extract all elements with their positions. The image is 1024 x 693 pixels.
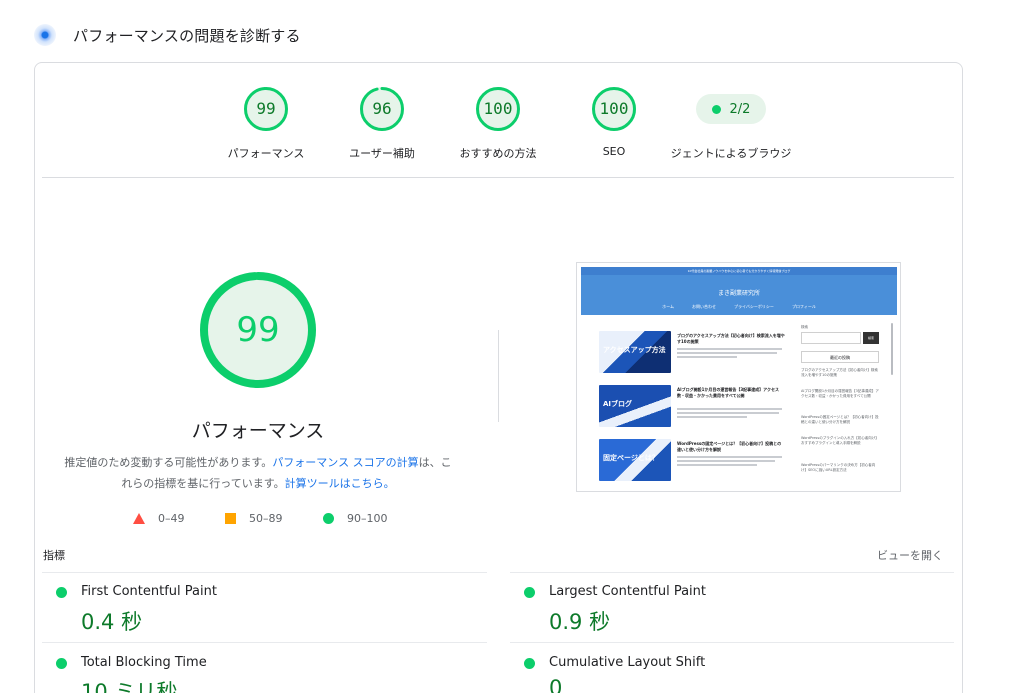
metric-value-lcp: 0.9 秒 bbox=[549, 610, 611, 634]
pass-dot-icon bbox=[711, 104, 721, 114]
main-score: 99 bbox=[236, 310, 280, 350]
thumb-scrollbar bbox=[891, 323, 893, 375]
gauge-agentic-browsing[interactable]: 2/2 bbox=[696, 94, 766, 124]
thumb-post: 固定ページとは？ WordPressの固定ページとは？【初心者向け】投稿との違い… bbox=[599, 439, 789, 487]
metric-divider bbox=[510, 572, 954, 573]
gauge-best-practices[interactable]: 100 bbox=[475, 86, 521, 132]
main-performance-gauge: 99 bbox=[199, 271, 317, 389]
thumb-post: AIブログ AIブログ開設1か月目の運営報告【3記事達成】アクセス数・収益・かか… bbox=[599, 385, 789, 433]
legend-range: 0–49 bbox=[158, 511, 185, 525]
main-gauge-label: パフォーマンス bbox=[191, 420, 325, 442]
thumb-image-text: アクセスアップ方法 bbox=[603, 346, 666, 354]
thumb-text-line bbox=[677, 408, 782, 410]
desc-text: 推定値のため変動する可能性があります。 bbox=[64, 456, 273, 469]
legend-fail: 0–49 bbox=[133, 510, 185, 526]
metric-value-cls: 0 bbox=[549, 676, 563, 693]
thumb-post-image: 固定ページとは？ bbox=[599, 439, 671, 481]
legend-pass: 90–100 bbox=[323, 510, 388, 526]
thumb-text-line bbox=[677, 348, 782, 350]
gauge-score: 100 bbox=[483, 99, 513, 118]
metric-divider bbox=[42, 642, 487, 643]
page-title: パフォーマンスの問題を診断する bbox=[73, 26, 301, 45]
gauge-accessibility[interactable]: 96 bbox=[359, 86, 405, 132]
thumb-text-line bbox=[677, 352, 777, 354]
metric-value-fcp: 0.4 秒 bbox=[81, 610, 143, 634]
thumb-recent-item: WordPressのパーマリンクの決め方【初心者向け】SEOに強いURL設定方法 bbox=[801, 463, 876, 472]
legend-range: 90–100 bbox=[347, 511, 388, 525]
thumb-nav-item: プロフィール bbox=[791, 304, 816, 309]
thumb-text-line bbox=[677, 456, 782, 458]
vertical-divider bbox=[498, 330, 499, 422]
thumb-recent-item: WordPressの固定ページとは？【初心者向け】投稿との違いと使い分け方を解説 bbox=[801, 415, 879, 424]
thumb-image-text: AIブログ bbox=[603, 400, 633, 408]
metric-name-tbt: Total Blocking Time bbox=[81, 655, 207, 670]
thumb-search-input bbox=[801, 332, 861, 344]
thumb-text-line bbox=[677, 416, 747, 418]
fail-triangle-icon bbox=[133, 512, 145, 524]
gauge-score: 100 bbox=[599, 99, 629, 118]
thumb-search-label: 検索 bbox=[801, 325, 808, 329]
thumb-post-image: AIブログ bbox=[599, 385, 671, 427]
thumb-text-line bbox=[677, 464, 757, 466]
average-square-icon bbox=[225, 512, 236, 524]
thumb-post-title: ブログのアクセスアップ方法【初心者向け】検索流入を増やす10の施策 bbox=[677, 333, 785, 344]
diagnostics-icon bbox=[34, 24, 56, 46]
thumb-site-name: まき副業研究所 bbox=[717, 290, 760, 297]
legend-average: 50–89 bbox=[225, 510, 283, 526]
thumb-recent-title: 最近の投稿 bbox=[801, 351, 879, 363]
fraction-score: 2/2 bbox=[729, 101, 751, 117]
gauge-score: 99 bbox=[256, 99, 276, 118]
metric-name-fcp: First Contentful Paint bbox=[81, 584, 217, 599]
metrics-heading: 指標 bbox=[43, 549, 65, 562]
metric-name-cls: Cumulative Layout Shift bbox=[549, 655, 706, 670]
expand-view-toggle[interactable]: ビューを開く bbox=[877, 547, 943, 563]
gauge-score: 96 bbox=[372, 99, 392, 118]
metric-name-lcp: Largest Contentful Paint bbox=[549, 584, 707, 599]
thumb-image-text: 固定ページとは？ bbox=[603, 454, 659, 462]
calculator-link[interactable]: 計算ツールはこちら。 bbox=[285, 477, 395, 490]
gauge-label-agentic-browsing: ジェントによるブラウジ bbox=[670, 147, 792, 160]
thumb-post-image: アクセスアップ方法 bbox=[599, 331, 671, 373]
section-header: パフォーマンスの問題を診断する bbox=[34, 22, 301, 48]
metric-divider bbox=[42, 572, 487, 573]
gauge-seo[interactable]: 100 bbox=[591, 86, 637, 132]
thumb-recent-item: AIブログ開設1か月目の運営報告【3記事達成】アクセス数・収益・かかった費用をす… bbox=[801, 389, 879, 398]
final-screenshot[interactable]: 10代会社員の副業ノウハウを中心に初心者でも分かりやすく情報発信ブログ まき副業… bbox=[576, 262, 901, 492]
thumb-recent-item: WordPressのプラグインの入れ方【初心者向け】おすすめプラグインと導入手順… bbox=[801, 436, 879, 445]
gauge-performance[interactable]: 99 bbox=[243, 86, 289, 132]
metric-pass-icon bbox=[56, 658, 67, 669]
thumb-post-title: AIブログ開設1か月目の運営報告【3記事達成】アクセス数・収益・かかった費用をす… bbox=[677, 387, 779, 398]
thumb-nav-item: お問い合わせ bbox=[692, 304, 717, 309]
thumb-search-button: 検索 bbox=[863, 332, 879, 344]
metric-pass-icon bbox=[524, 658, 535, 669]
metric-divider bbox=[510, 642, 954, 643]
metric-pass-icon bbox=[524, 587, 535, 598]
thumb-nav-item: ホーム bbox=[662, 304, 675, 309]
legend-range: 50–89 bbox=[249, 511, 283, 525]
pass-circle-icon bbox=[323, 512, 334, 524]
thumb-topbar: 10代会社員の副業ノウハウを中心に初心者でも分かりやすく情報発信ブログ bbox=[581, 267, 897, 275]
thumb-post-title: WordPressの固定ページとは？【初心者向け】投稿との違いと使い分け方を解説 bbox=[677, 441, 782, 452]
thumb-nav-item: プライバシーポリシー bbox=[734, 304, 774, 309]
metric-value-tbt: 10 ミリ秒 bbox=[81, 680, 178, 693]
score-calculation-link[interactable]: パフォーマンス スコアの計算 bbox=[272, 456, 418, 469]
thumb-post: アクセスアップ方法 ブログのアクセスアップ方法【初心者向け】検索流入を増やす10… bbox=[599, 331, 789, 379]
thumb-recent-item: ブログのアクセスアップ方法【初心者向け】検索流入を増やす10の施策 bbox=[801, 368, 878, 377]
thumb-text-line bbox=[677, 412, 779, 414]
divider bbox=[42, 177, 954, 178]
thumb-text-line bbox=[677, 460, 775, 462]
thumb-nav: ホーム お問い合わせ プライバシーポリシー プロフィール bbox=[581, 299, 897, 315]
score-description: 推定値のため変動する可能性があります。パフォーマンス スコアの計算は、これらの指… bbox=[62, 452, 454, 494]
metric-pass-icon bbox=[56, 587, 67, 598]
thumb-text-line bbox=[677, 356, 737, 358]
